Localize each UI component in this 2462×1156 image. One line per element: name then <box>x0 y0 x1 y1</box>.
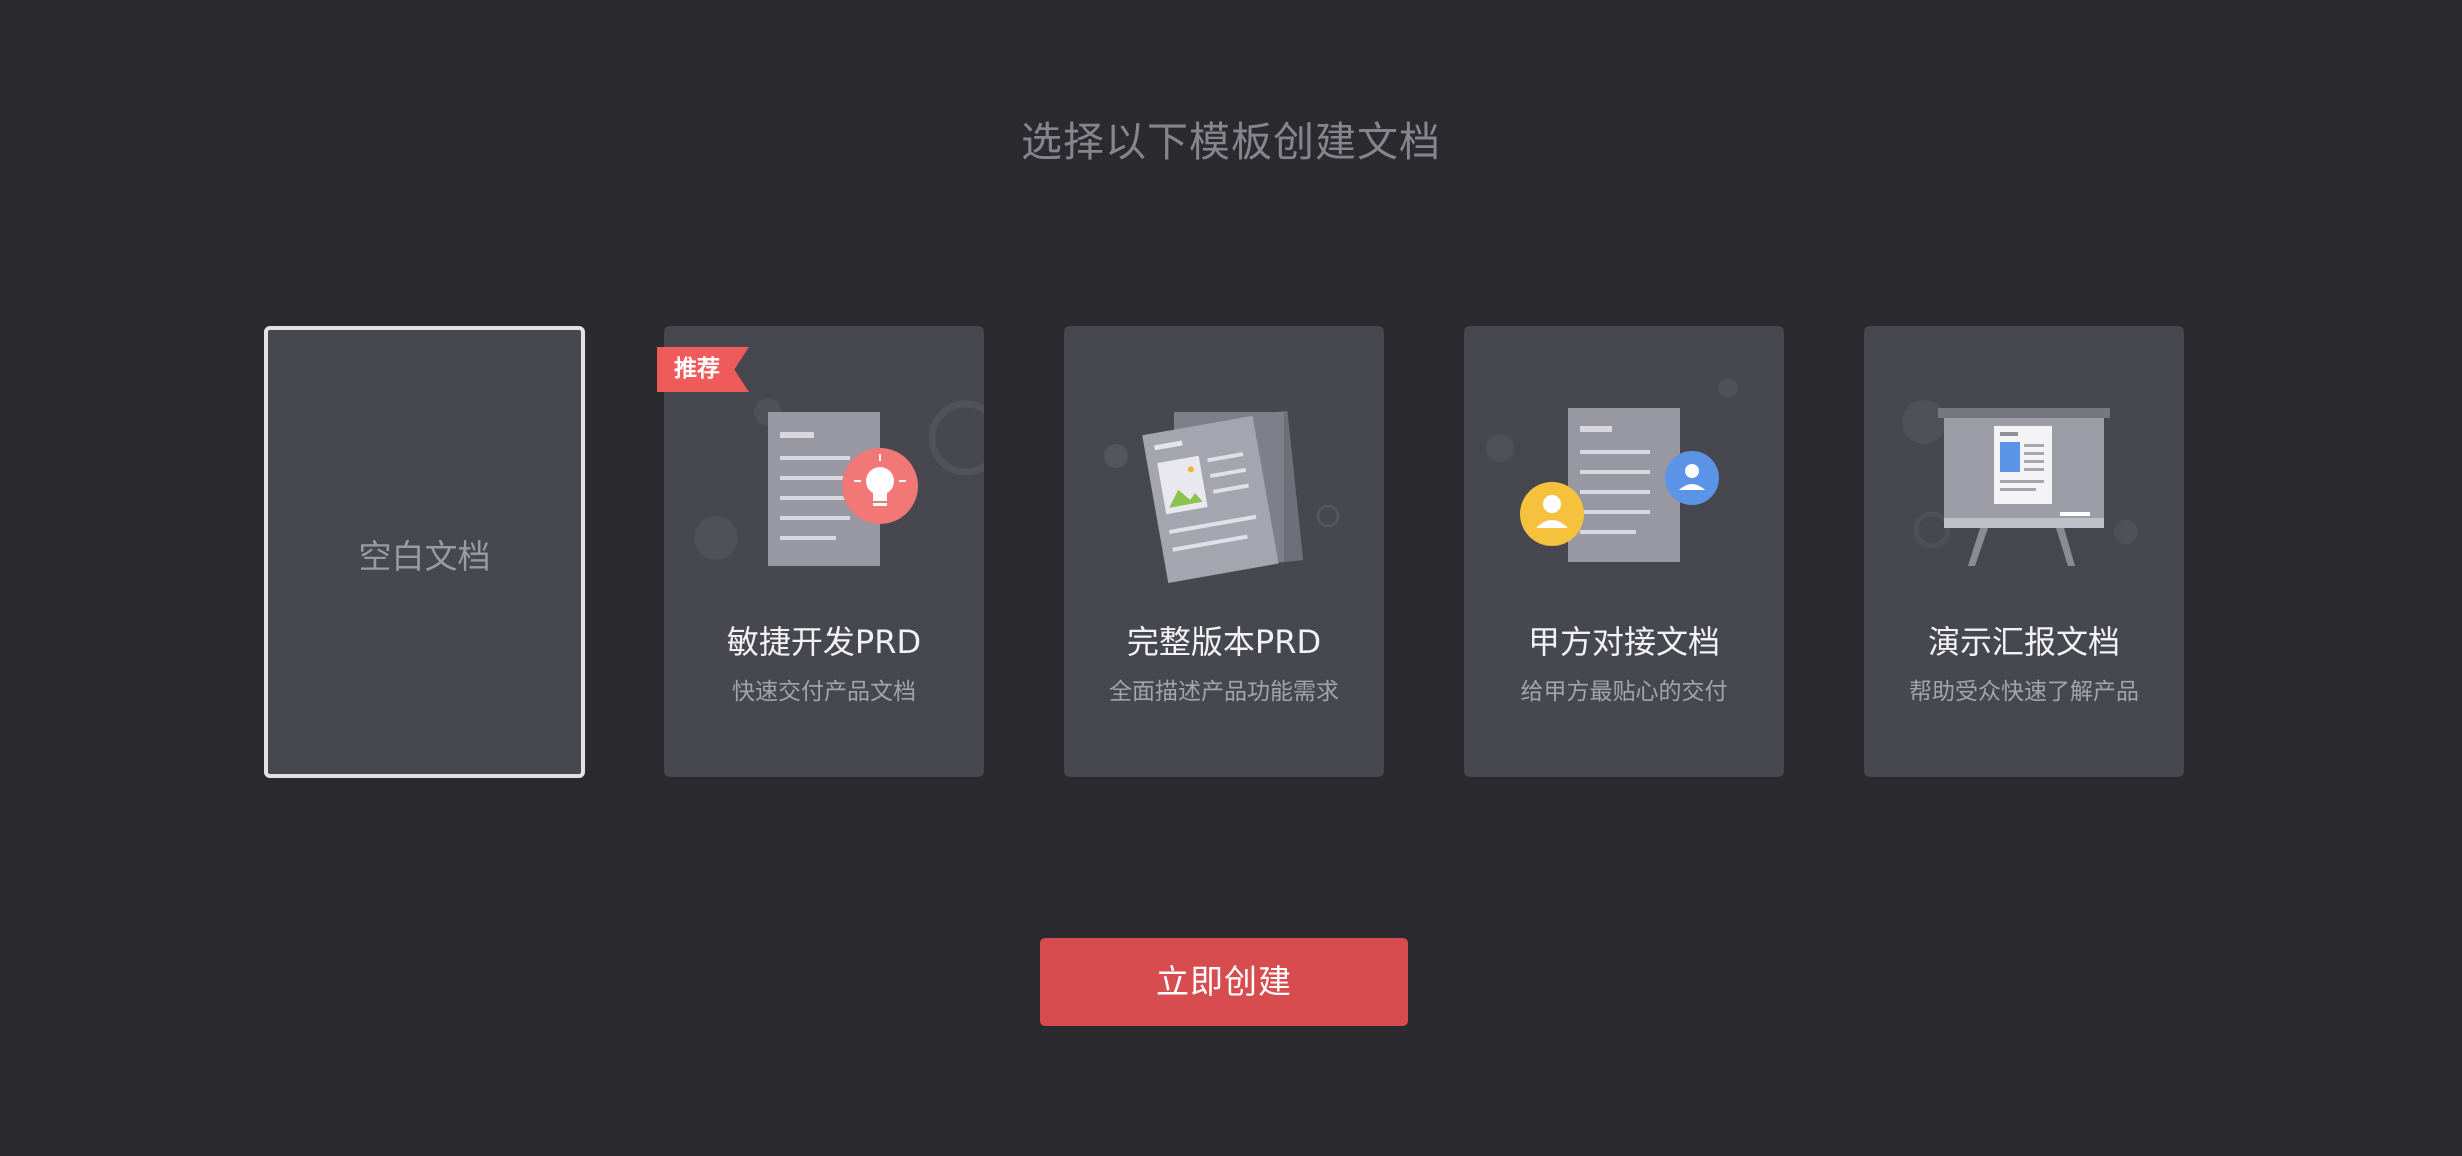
document-lightbulb-icon <box>694 398 984 566</box>
template-title: 演示汇报文档 <box>1927 623 2120 661</box>
template-title: 敏捷开发PRD <box>726 623 922 661</box>
template-card-presentation[interactable]: 演示汇报文档 帮助受众快速了解产品 <box>1864 326 2184 777</box>
template-card-client-doc[interactable]: 甲方对接文档 给甲方最贴心的交付 <box>1464 326 1784 777</box>
create-now-button[interactable]: 立即创建 <box>1040 938 1408 1026</box>
template-description: 给甲方最贴心的交付 <box>1520 679 1728 705</box>
presentation-board-icon <box>1902 400 2138 566</box>
template-title: 空白文档 <box>358 537 491 576</box>
template-title: 完整版本PRD <box>1126 623 1322 661</box>
template-card-full-prd[interactable]: 完整版本PRD 全面描述产品功能需求 <box>1064 326 1384 777</box>
page-title: 选择以下模板创建文档 <box>1021 118 1441 166</box>
template-description: 帮助受众快速了解产品 <box>1909 679 2139 705</box>
template-card-blank[interactable]: 空白文档 <box>264 326 585 778</box>
template-title: 甲方对接文档 <box>1527 623 1720 661</box>
template-description: 快速交付产品文档 <box>732 679 916 705</box>
document-users-icon <box>1486 378 1738 562</box>
template-description: 全面描述产品功能需求 <box>1109 679 1339 705</box>
template-card-agile-prd[interactable]: 推荐 敏捷开发PRD 快速交付产品文档 <box>657 326 984 777</box>
document-stack-image-icon <box>1104 410 1340 584</box>
